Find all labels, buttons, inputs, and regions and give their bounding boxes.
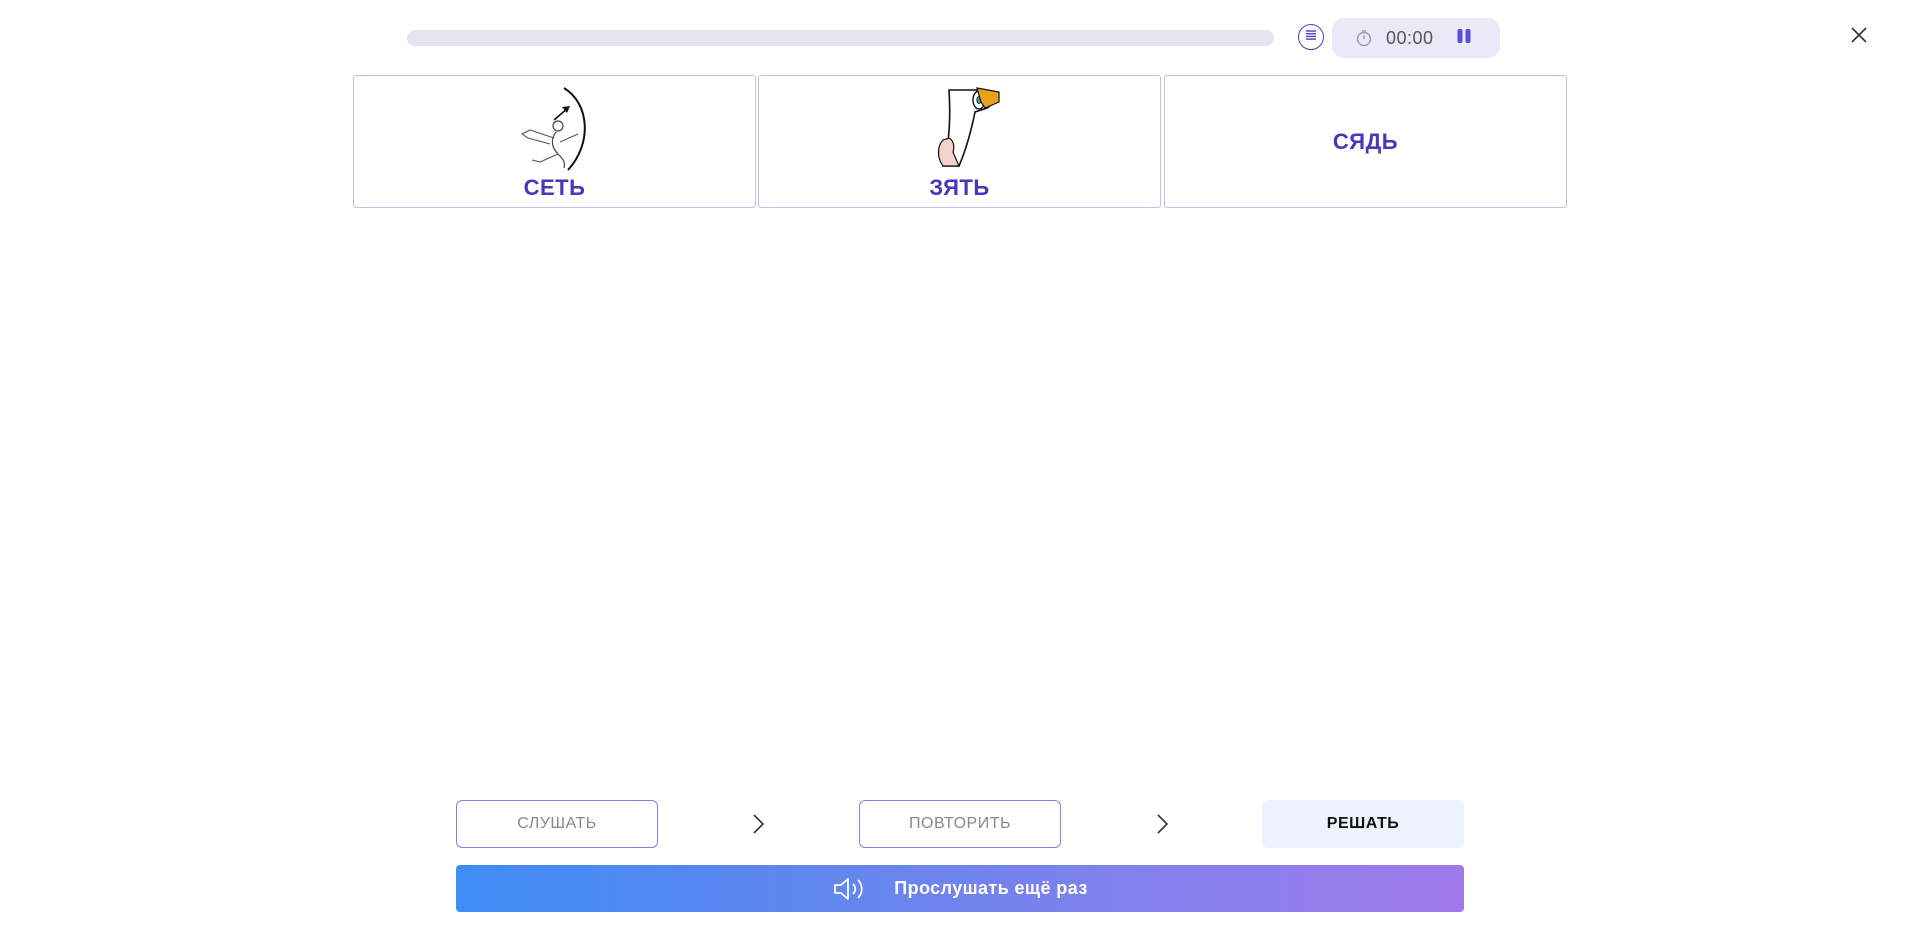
chevron-right-icon xyxy=(1150,812,1174,836)
stopwatch-icon xyxy=(1354,28,1374,48)
close-button[interactable] xyxy=(1846,24,1872,50)
word-card-1[interactable]: СЕТЬ xyxy=(353,75,756,208)
step-navigation: СЛУШАТЬ ПОВТОРИТЬ РЕШАТЬ xyxy=(456,800,1464,848)
progress-bar xyxy=(407,30,1274,46)
repeat-step-button[interactable]: ПОВТОРИТЬ xyxy=(859,800,1061,848)
list-menu-button[interactable] xyxy=(1298,24,1324,50)
card-word: СЯДЬ xyxy=(1332,128,1399,154)
card-word: СЕТЬ xyxy=(523,175,586,200)
word-card-3[interactable]: СЯДЬ xyxy=(1164,75,1567,208)
pause-button[interactable] xyxy=(1454,28,1474,48)
word-card-2[interactable]: ЗЯТЬ xyxy=(758,75,1161,208)
chevron-right-icon xyxy=(746,812,770,836)
speaker-icon xyxy=(832,876,866,902)
close-icon xyxy=(1850,26,1868,49)
solve-step-button[interactable]: РЕШАТЬ xyxy=(1262,800,1464,848)
list-icon xyxy=(1304,28,1318,47)
archer-drawing xyxy=(354,82,755,176)
card-word: ЗЯТЬ xyxy=(929,175,990,200)
pause-icon xyxy=(1455,27,1473,50)
hand-toilet-paper-drawing xyxy=(759,82,1160,176)
timer: 00:00 xyxy=(1332,18,1500,58)
listen-again-button[interactable]: Прослушать ещё раз xyxy=(456,865,1464,912)
listen-again-label: Прослушать ещё раз xyxy=(894,878,1088,898)
listen-step-button[interactable]: СЛУШАТЬ xyxy=(456,800,658,848)
top-bar: 00:00 xyxy=(0,0,1920,72)
word-cards: СЕТЬ ЗЯТЬ СЯДЬ xyxy=(353,75,1567,208)
timer-value: 00:00 xyxy=(1386,27,1434,48)
